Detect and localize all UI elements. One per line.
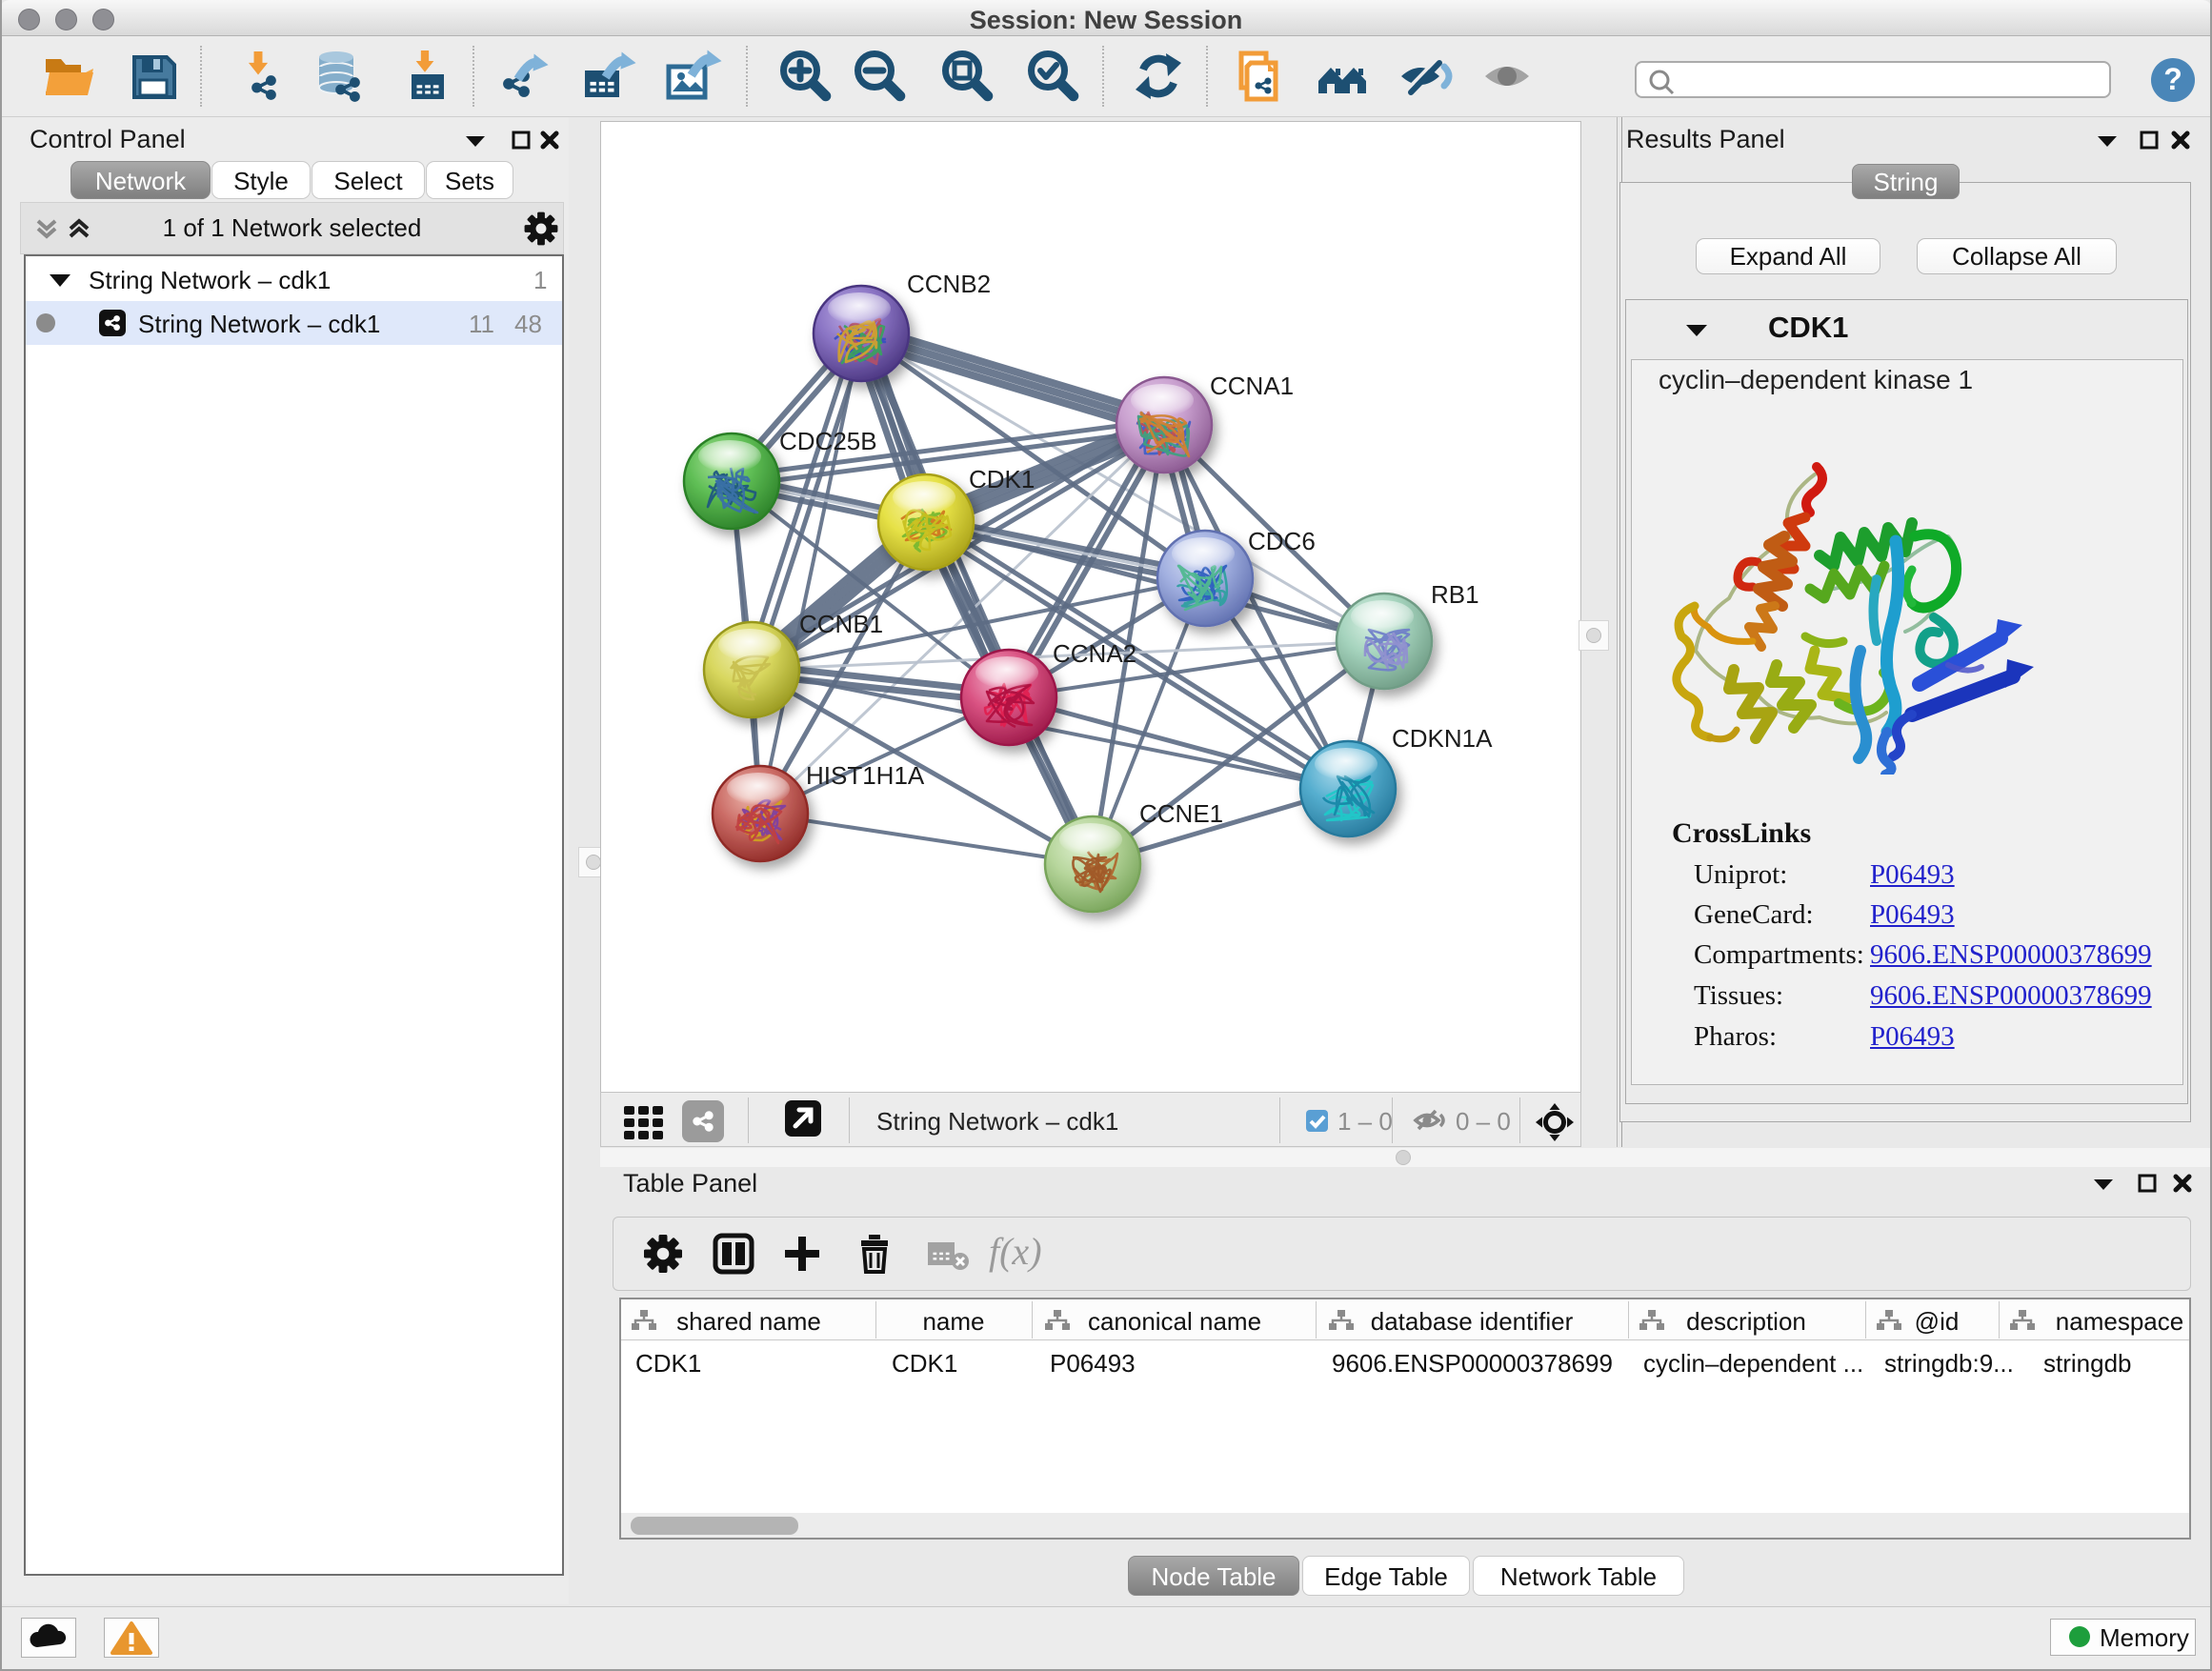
svg-text:RB1: RB1 [1431, 580, 1479, 609]
svg-text:CDKN1A: CDKN1A [1392, 724, 1493, 753]
svg-text:CCNA2: CCNA2 [1053, 639, 1136, 668]
svg-text:CCNE1: CCNE1 [1139, 799, 1223, 828]
svg-text:CCNB2: CCNB2 [907, 270, 991, 298]
svg-text:HIST1H1A: HIST1H1A [806, 761, 925, 790]
svg-text:CCNB1: CCNB1 [799, 610, 883, 638]
svg-text:CDC25B: CDC25B [779, 427, 877, 455]
svg-text:CCNA1: CCNA1 [1210, 372, 1294, 400]
svg-text:CDC6: CDC6 [1248, 527, 1316, 555]
svg-text:?: ? [2163, 62, 2182, 96]
svg-text:CDK1: CDK1 [969, 465, 1035, 493]
